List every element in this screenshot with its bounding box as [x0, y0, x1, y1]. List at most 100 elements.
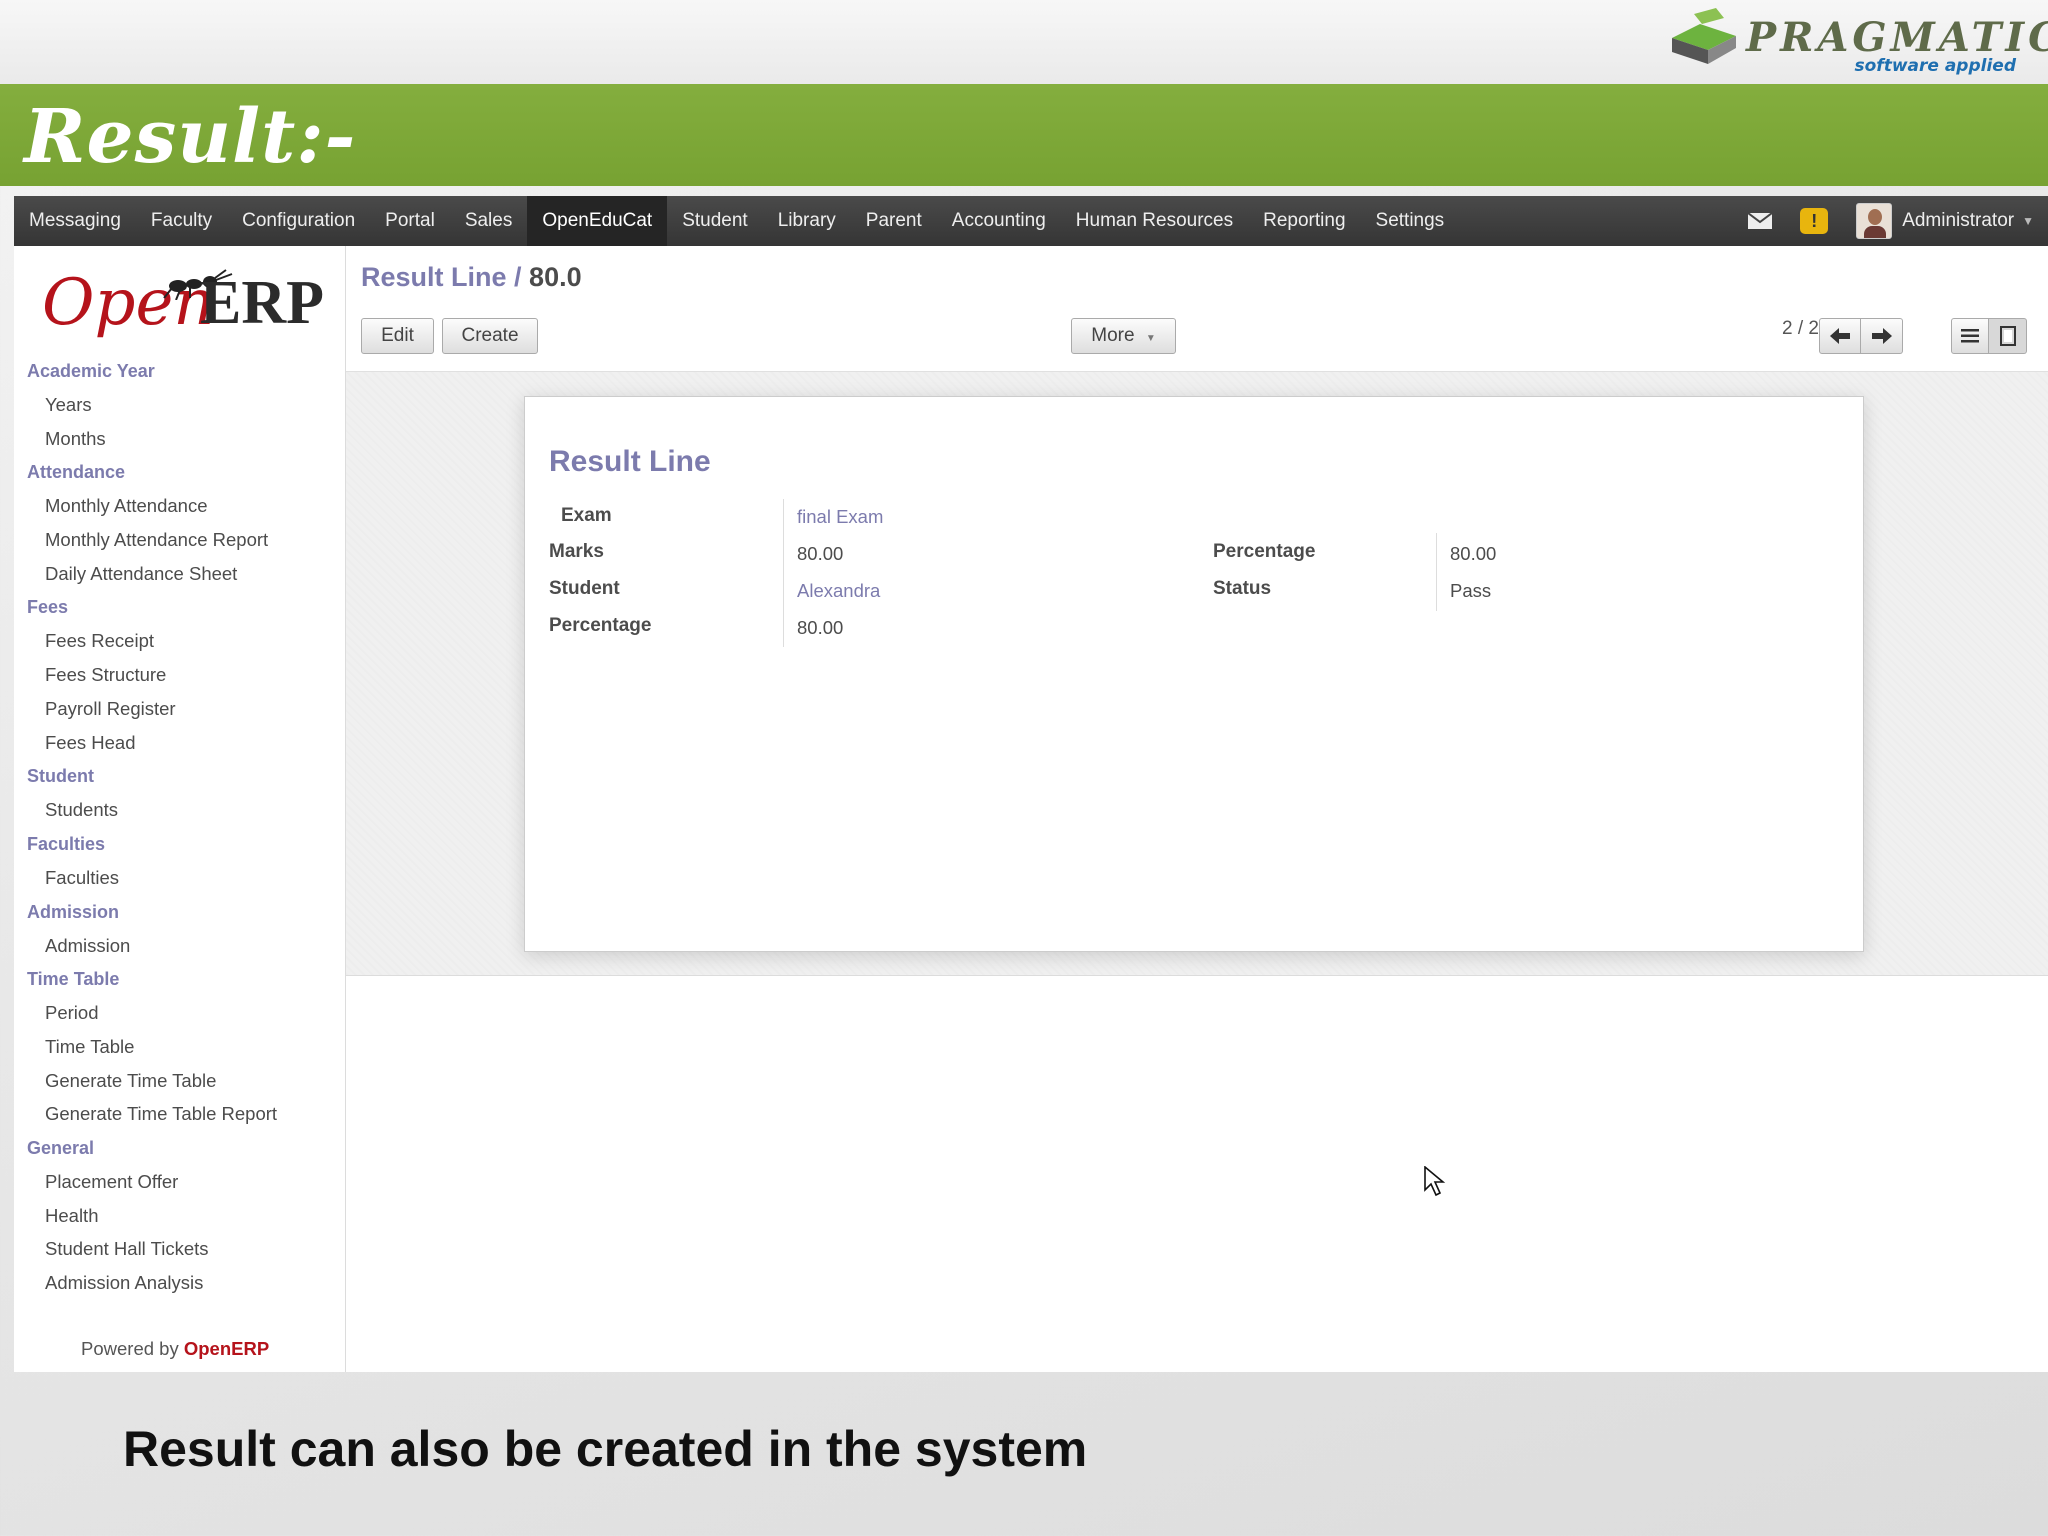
more-button[interactable]: More ▼: [1071, 318, 1176, 354]
sidebar: Open ERP Academic Year Years Months Attenda…: [14, 246, 346, 1372]
status-field[interactable]: Pass: [1450, 580, 1491, 602]
sidebar-item-fees-receipt[interactable]: Fees Receipt: [14, 624, 346, 658]
sidebar-item-faculties[interactable]: Faculties: [14, 861, 346, 895]
status-label: Status: [1213, 578, 1272, 599]
powered-by: Powered by OpenERP: [81, 1338, 269, 1360]
right-percentage-label: Percentage: [1213, 541, 1316, 562]
sidebar-item-daily-attendance-sheet[interactable]: Daily Attendance Sheet: [14, 557, 346, 591]
sidebar-section-attendance: Attendance: [27, 462, 126, 483]
chevron-down-icon[interactable]: ▼: [2022, 214, 2034, 228]
form-sheet-background: Result Line Exam final Exam Marks 80.00 …: [346, 372, 2048, 976]
sidebar-item-monthly-attendance-report[interactable]: Monthly Attendance Report: [14, 523, 346, 557]
form-view-button[interactable]: [1989, 318, 2027, 354]
marks-field[interactable]: 80.00: [797, 543, 843, 565]
create-button[interactable]: Create: [442, 318, 538, 354]
field-divider: [1436, 533, 1437, 611]
menu-item-sales[interactable]: Sales: [450, 196, 528, 246]
slide-heading: Result:-: [24, 94, 357, 180]
menu-item-human-resources[interactable]: Human Resources: [1061, 196, 1248, 246]
top-menu-bar: Messaging Faculty Configuration Portal Sales…: [14, 196, 2048, 246]
powered-by-link[interactable]: OpenERP: [184, 1338, 269, 1359]
main-menu: Messaging Faculty Configuration Portal Sales…: [14, 196, 1459, 246]
slide-caption: Result can also be created in the system: [123, 1421, 1088, 1477]
menu-item-messaging[interactable]: Messaging: [14, 196, 136, 246]
student-field[interactable]: Alexandra: [797, 580, 880, 602]
menu-item-reporting[interactable]: Reporting: [1248, 196, 1360, 246]
sidebar-item-generate-time-table[interactable]: Generate Time Table: [14, 1064, 346, 1098]
form-sheet: Result Line Exam final Exam Marks 80.00 …: [524, 396, 1864, 952]
sidebar-item-admission[interactable]: Admission: [14, 929, 346, 963]
menu-item-accounting[interactable]: Accounting: [937, 196, 1061, 246]
edit-button[interactable]: Edit: [361, 318, 434, 354]
sidebar-item-fees-head[interactable]: Fees Head: [14, 726, 346, 760]
pager-counter: 2 / 2: [1782, 318, 1819, 339]
menu-item-faculty[interactable]: Faculty: [136, 196, 227, 246]
avatar[interactable]: [1856, 203, 1893, 239]
previous-record-button[interactable]: [1819, 318, 1861, 354]
view-switcher: [1951, 318, 2027, 354]
arrow-right-icon: [1871, 328, 1892, 344]
mail-icon[interactable]: [1748, 213, 1773, 229]
list-icon: [1961, 329, 1979, 343]
sidebar-item-students[interactable]: Students: [14, 793, 346, 827]
sidebar-item-years[interactable]: Years: [14, 388, 346, 422]
main-content: Result Line / 80.0 Edit Create More ▼ 2 …: [346, 246, 2048, 1372]
more-button-label: More: [1091, 325, 1135, 346]
sidebar-section-academic-year: Academic Year: [27, 361, 155, 381]
breadcrumb-separator: /: [506, 262, 530, 292]
sidebar-item-health[interactable]: Health: [14, 1199, 346, 1233]
next-record-button[interactable]: [1861, 318, 1903, 354]
sidebar-item-placement-offer[interactable]: Placement Offer: [14, 1165, 346, 1199]
pager-buttons: [1819, 318, 1903, 354]
menu-item-parent[interactable]: Parent: [851, 196, 937, 246]
student-label: Student: [549, 578, 620, 599]
field-divider: [783, 499, 784, 647]
view-header: Result Line / 80.0 Edit Create More ▼ 2 …: [346, 246, 2048, 372]
topbar-right: ! Administrator ▼: [1748, 196, 2034, 246]
user-menu-label[interactable]: Administrator: [1902, 210, 2014, 232]
sidebar-item-admission-analysis[interactable]: Admission Analysis: [14, 1266, 346, 1300]
menu-item-portal[interactable]: Portal: [370, 196, 450, 246]
mouse-cursor-icon: [1424, 1166, 1446, 1197]
menu-item-library[interactable]: Library: [763, 196, 851, 246]
sidebar-item-time-table[interactable]: Time Table: [14, 1030, 346, 1064]
sidebar-item-fees-structure[interactable]: Fees Structure: [14, 658, 346, 692]
openerp-window: Messaging Faculty Configuration Portal Sales…: [14, 196, 2048, 1372]
sidebar-item-generate-time-table-report[interactable]: Generate Time Table Report: [14, 1097, 346, 1131]
form-title: Result Line: [549, 445, 711, 478]
sidebar-section-time-table: Time Table: [27, 969, 120, 990]
sidebar-item-student-hall-tickets[interactable]: Student Hall Tickets: [14, 1232, 346, 1266]
sidebar-section-fees: Fees: [27, 597, 69, 618]
percentage-label: Percentage: [549, 615, 652, 636]
exam-label: Exam: [561, 505, 612, 526]
powered-by-label: Powered by: [81, 1338, 179, 1359]
slide-title-band: Result:-: [0, 84, 2048, 186]
marks-label: Marks: [549, 541, 604, 562]
warning-icon[interactable]: !: [1800, 208, 1829, 234]
openerp-logo: Open ERP: [42, 266, 342, 346]
menu-item-student[interactable]: Student: [667, 196, 763, 246]
sidebar-item-monthly-attendance[interactable]: Monthly Attendance: [14, 489, 346, 523]
breadcrumb-parent[interactable]: Result Line: [361, 262, 507, 292]
list-view-button[interactable]: [1951, 318, 1989, 354]
pragmatic-cube-icon: [1672, 8, 1736, 64]
right-percentage-field[interactable]: 80.00: [1450, 543, 1496, 565]
menu-item-configuration[interactable]: Configuration: [227, 196, 370, 246]
arrow-left-icon: [1830, 328, 1850, 344]
menu-item-openeducat[interactable]: OpenEduCat: [527, 196, 668, 246]
brand-tagline: software applied: [1854, 56, 2017, 76]
sidebar-item-months[interactable]: Months: [14, 422, 346, 456]
percentage-field[interactable]: 80.00: [797, 617, 843, 639]
breadcrumb: Result Line / 80.0: [361, 262, 582, 293]
exam-field[interactable]: final Exam: [797, 506, 883, 528]
form-icon: [1999, 326, 2016, 346]
sidebar-section-student: Student: [27, 766, 94, 787]
slide-header: PRAGMATIC software applied: [0, 0, 2048, 84]
logo-erp: ERP: [200, 269, 324, 337]
sidebar-section-general: General: [27, 1138, 95, 1158]
chevron-down-icon: ▼: [1145, 333, 1156, 344]
sidebar-item-period[interactable]: Period: [14, 996, 346, 1030]
sidebar-item-payroll-register[interactable]: Payroll Register: [14, 692, 346, 726]
pragmatic-logo: PRAGMATIC software applied: [1664, 8, 2048, 78]
menu-item-settings[interactable]: Settings: [1361, 196, 1460, 246]
